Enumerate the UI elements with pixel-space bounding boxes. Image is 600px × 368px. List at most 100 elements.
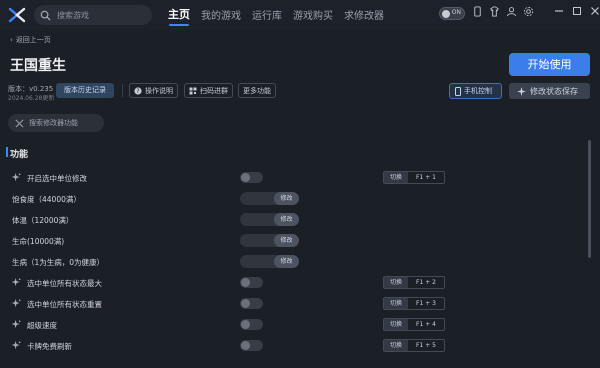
feature-toggle[interactable]: [240, 277, 263, 288]
save-state-label: 修改状态保存: [530, 86, 578, 96]
instructions-label: 操作说明: [145, 86, 173, 95]
feature-row: 选中单位所有状态重置 切换 F1 + 3: [0, 295, 580, 313]
hotkey-switch-label: 切换: [384, 340, 408, 351]
scrollbar[interactable]: [588, 140, 591, 258]
feature-toggle[interactable]: [240, 319, 263, 330]
function-search-input[interactable]: 搜索修改器功能: [8, 114, 104, 132]
hotkey-box[interactable]: 切换 F1 + 2: [383, 276, 445, 289]
feature-label: 选中单位所有状态重置: [27, 300, 102, 309]
toggle-knob: [442, 10, 450, 18]
version-date: 2024.06.28更新: [8, 95, 55, 102]
nav-request-trainer[interactable]: 求修改器: [344, 7, 384, 22]
hotkey-keys: F1 + 4: [416, 321, 436, 328]
instructions-button[interactable]: ? 操作说明: [129, 83, 178, 98]
feature-label: 选中单位所有状态最大: [27, 279, 102, 288]
hotkey-switch-label: 切换: [384, 277, 408, 288]
hotkey-keys: F1 + 3: [416, 300, 436, 307]
back-link-label: 返回上一页: [15, 36, 51, 44]
top-bar: 搜索游戏 主页 我的游戏 运行库 游戏购买 求修改器 ON: [0, 0, 600, 30]
phone-icon[interactable]: [472, 6, 483, 17]
hotkey-box[interactable]: 切换 F1 + 5: [383, 339, 445, 352]
save-state-button[interactable]: 修改状态保存: [509, 83, 590, 99]
mode-toggle[interactable]: ON: [439, 7, 465, 20]
value-slider[interactable]: 修改: [240, 255, 299, 268]
modify-button[interactable]: 修改: [274, 234, 299, 247]
scan-join-group-button[interactable]: 扫码进群: [184, 83, 233, 98]
version-number: 版本：v0.235: [8, 85, 54, 93]
feature-label: 生病（1为生病，0为健康）: [12, 258, 105, 267]
phone-control-button[interactable]: 手机控制: [449, 83, 502, 99]
nav-home[interactable]: 主页: [168, 6, 190, 26]
feature-label: 卡牌免费刷新: [27, 342, 72, 351]
toolbar-icons: [472, 6, 540, 17]
value-slider[interactable]: 修改: [240, 213, 299, 226]
divider: [122, 84, 123, 97]
start-button[interactable]: 开始使用: [509, 53, 590, 76]
feature-row: 生命(10000满) 修改: [0, 232, 580, 250]
search-placeholder: 搜索游戏: [57, 10, 89, 20]
close-icon[interactable]: [590, 6, 600, 16]
game-title: 王国重生: [10, 58, 66, 74]
hotkey-box[interactable]: 切换 F1 + 1: [383, 171, 445, 184]
version-history-button[interactable]: 版本历史记录: [56, 83, 114, 98]
svg-text:?: ?: [136, 88, 139, 95]
feature-row: 超级速度 切换 F1 + 4: [0, 316, 580, 334]
hotkey-keys: F1 + 2: [416, 279, 436, 286]
hotkey-keys: F1 + 5: [416, 342, 436, 349]
search-icon: [40, 10, 51, 21]
app-logo-icon[interactable]: [8, 6, 26, 24]
feature-label: 超级速度: [27, 321, 57, 330]
hotkey-keys: F1 + 1: [416, 174, 436, 181]
shirt-icon[interactable]: [489, 6, 500, 17]
feature-row: 饱食度（44000满） 修改: [0, 190, 580, 208]
feature-toggle[interactable]: [240, 340, 263, 351]
hotkey-box[interactable]: 切换 F1 + 4: [383, 318, 445, 331]
nav-game-purchase[interactable]: 游戏购买: [293, 7, 333, 22]
hotkey-switch-label: 切换: [384, 319, 408, 330]
nav-runtime-library[interactable]: 运行库: [252, 7, 282, 22]
mobile-icon: [455, 86, 461, 96]
sparkle-icon: [12, 173, 21, 182]
feature-label: 饱食度（44000满）: [12, 195, 81, 204]
window-controls: [554, 6, 600, 16]
sparkle-icon: [12, 278, 21, 287]
back-link[interactable]: ‹ 返回上一页: [10, 35, 51, 45]
help-icon: ?: [134, 86, 142, 95]
minimize-icon[interactable]: [554, 6, 564, 16]
qr-code-icon: [189, 87, 197, 94]
toggle-text: ON: [451, 9, 461, 16]
modify-button[interactable]: 修改: [274, 192, 299, 205]
user-icon[interactable]: [506, 6, 517, 17]
modify-button[interactable]: 修改: [274, 213, 299, 226]
sparkle-icon: [12, 320, 21, 329]
modify-button[interactable]: 修改: [274, 255, 299, 268]
nav-my-games[interactable]: 我的游戏: [201, 7, 241, 22]
chevron-left-icon: ‹: [10, 36, 13, 44]
hotkey-switch-label: 切换: [384, 172, 408, 183]
phone-control-label: 手机控制: [464, 87, 492, 95]
maximize-icon[interactable]: [572, 6, 582, 16]
hotkey-box[interactable]: 切换 F1 + 3: [383, 297, 445, 310]
value-slider[interactable]: 修改: [240, 192, 299, 205]
main-nav: 主页 我的游戏 运行库 游戏购买 求修改器: [168, 6, 395, 26]
version-info: 版本：v0.235 2024.06.28更新: [8, 85, 54, 103]
feature-toggle[interactable]: [240, 298, 263, 309]
feature-row: 生病（1为生病，0为健康） 修改: [0, 253, 580, 271]
value-slider[interactable]: 修改: [240, 234, 299, 247]
feature-label: 生命(10000满): [12, 237, 65, 246]
hotkey-switch-label: 切换: [384, 298, 408, 309]
tools-icon: [15, 118, 24, 128]
feature-toggle[interactable]: [240, 172, 263, 183]
sparkle-icon: [12, 341, 21, 350]
feature-row: 选中单位所有状态最大 切换 F1 + 2: [0, 274, 580, 292]
feature-row: 开启选中单位修改 切换 F1 + 1: [0, 169, 580, 187]
feature-row: 体温（12000满） 修改: [0, 211, 580, 229]
section-title: 功能: [5, 147, 28, 160]
gear-icon[interactable]: [523, 6, 534, 17]
sparkle-icon: [12, 299, 21, 308]
feature-label: 体温（12000满）: [12, 216, 74, 225]
more-functions-button[interactable]: 更多功能: [238, 83, 276, 98]
feature-label: 开启选中单位修改: [27, 174, 87, 183]
function-search-placeholder: 搜索修改器功能: [29, 119, 78, 127]
game-search-input[interactable]: 搜索游戏: [34, 5, 152, 25]
